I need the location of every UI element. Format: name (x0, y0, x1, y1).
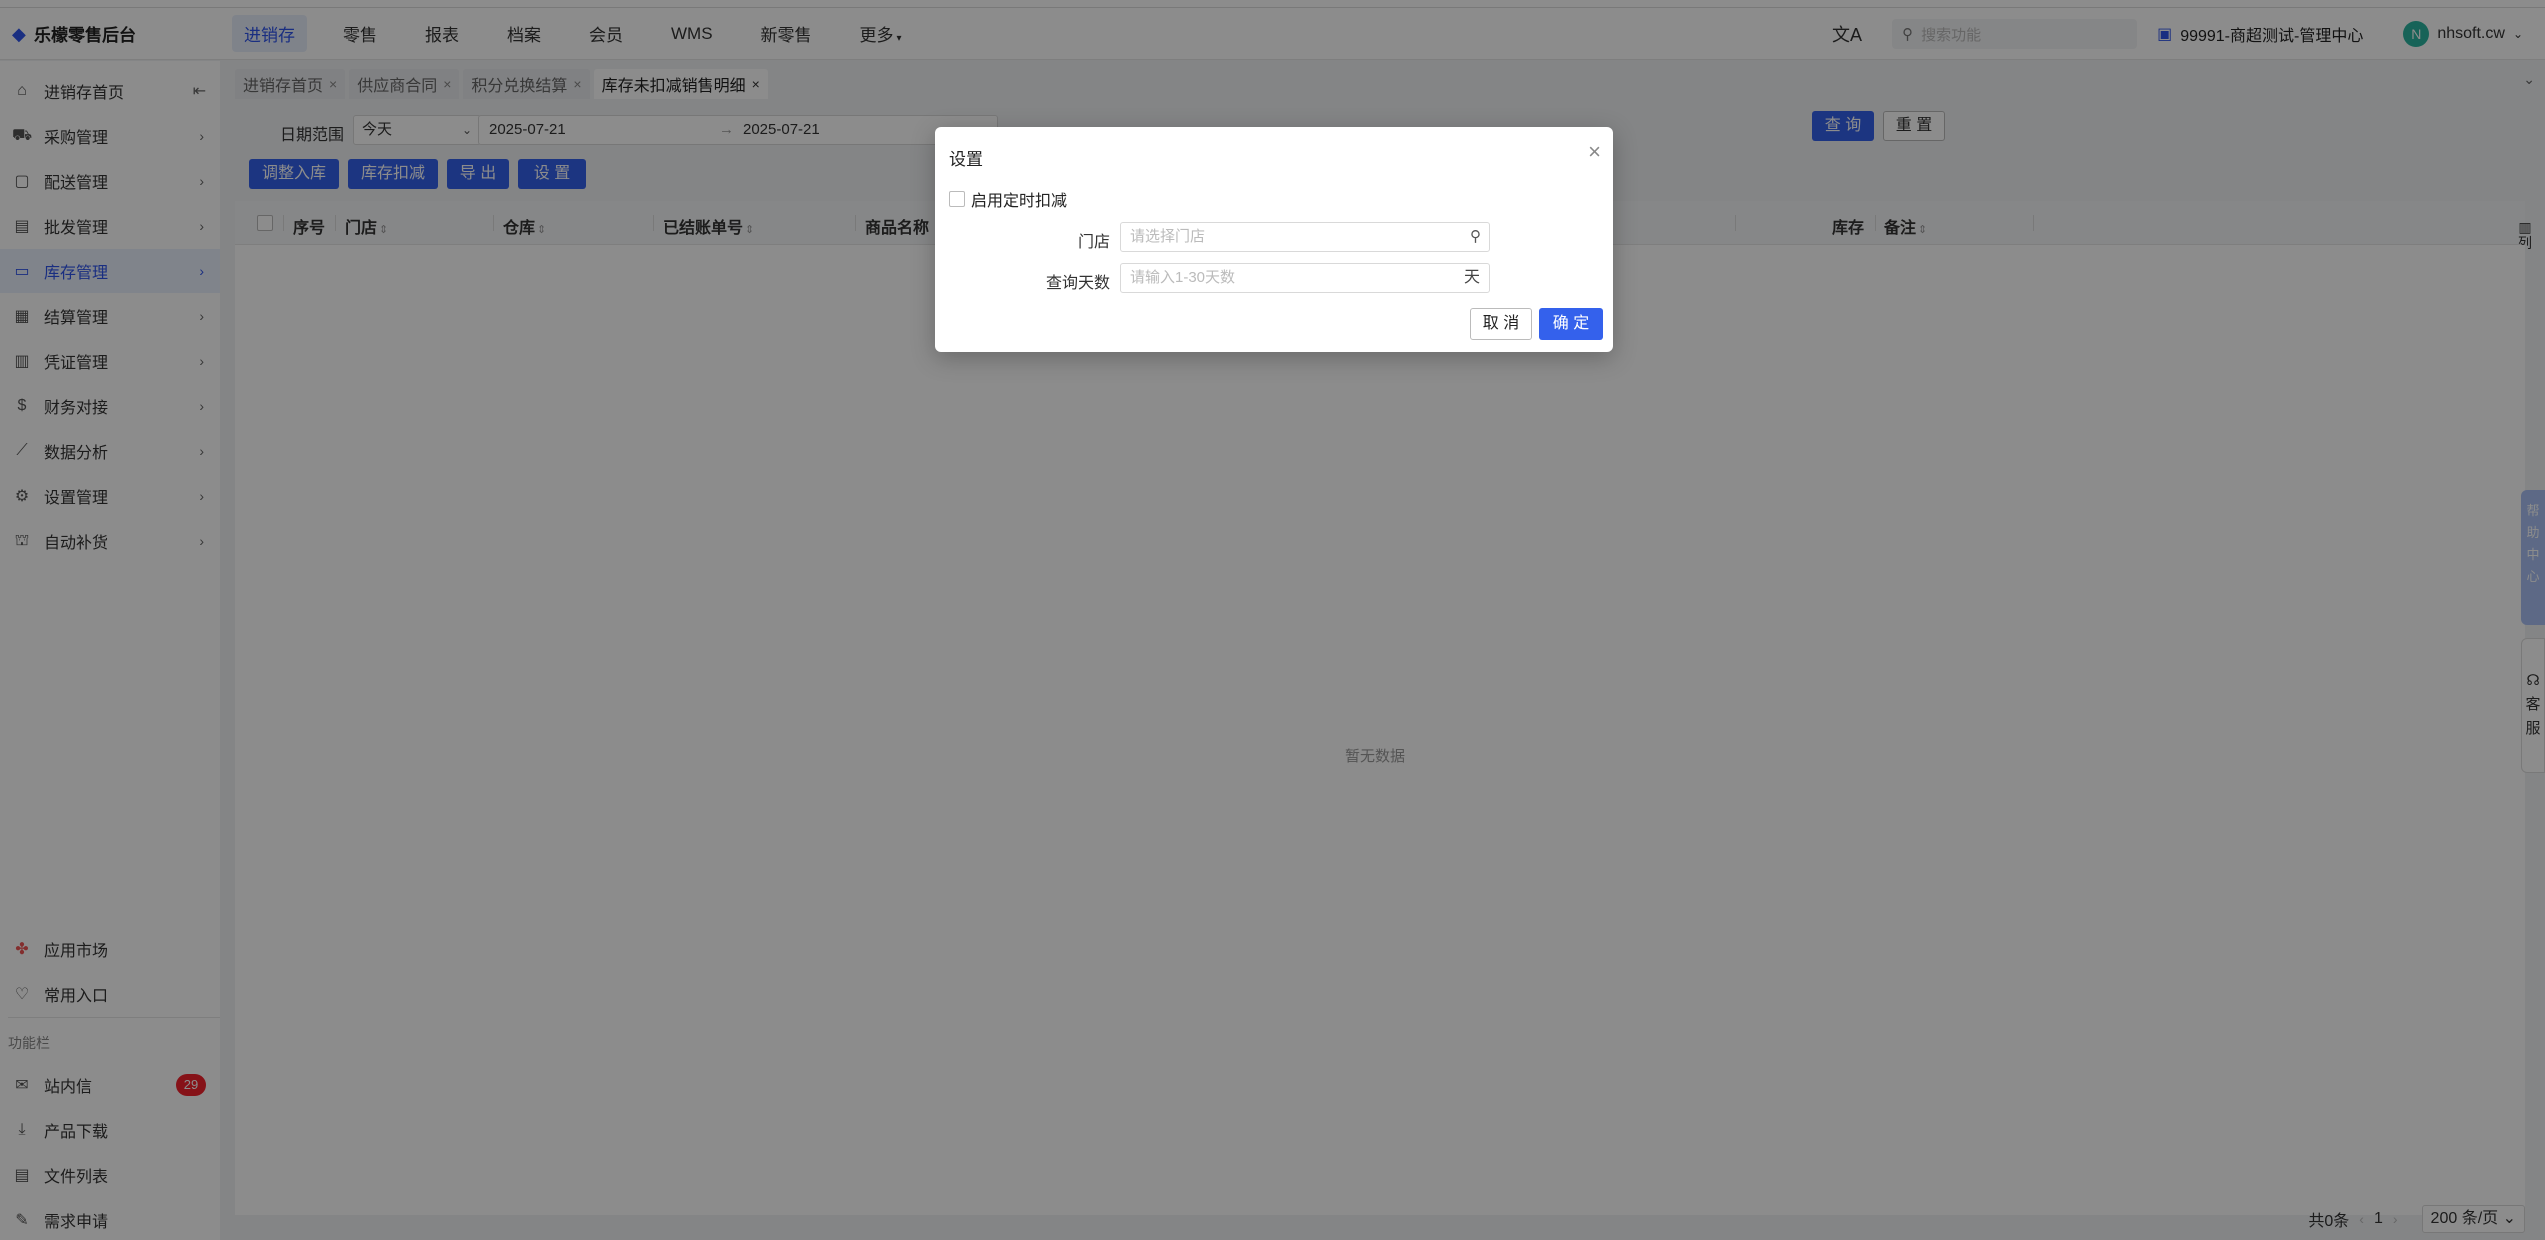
confirm-button[interactable]: 确 定 (1539, 308, 1603, 340)
store-select-input[interactable]: 请选择门店 ⚲ (1120, 222, 1490, 252)
close-icon[interactable]: × (1588, 141, 1601, 163)
enable-timed-deduct-label: 启用定时扣减 (971, 193, 1068, 210)
cancel-button[interactable]: 取 消 (1470, 308, 1532, 340)
checkbox-box[interactable] (949, 191, 965, 207)
dialog-title: 设置 (949, 150, 983, 169)
settings-dialog: 设置 × 启用定时扣减 门店 请选择门店 ⚲ 查询天数 请输入1-30天数 天 … (935, 127, 1613, 352)
query-days-input[interactable]: 请输入1-30天数 天 (1120, 263, 1490, 293)
query-days-placeholder: 请输入1-30天数 (1130, 269, 1236, 286)
days-suffix: 天 (1463, 269, 1480, 286)
store-placeholder: 请选择门店 (1130, 228, 1206, 245)
search-icon[interactable]: ⚲ (1470, 223, 1481, 251)
query-days-label: 查询天数 (1045, 275, 1110, 292)
store-label: 门店 (1077, 234, 1110, 251)
enable-timed-deduct-checkbox[interactable]: 启用定时扣减 (949, 187, 1067, 211)
